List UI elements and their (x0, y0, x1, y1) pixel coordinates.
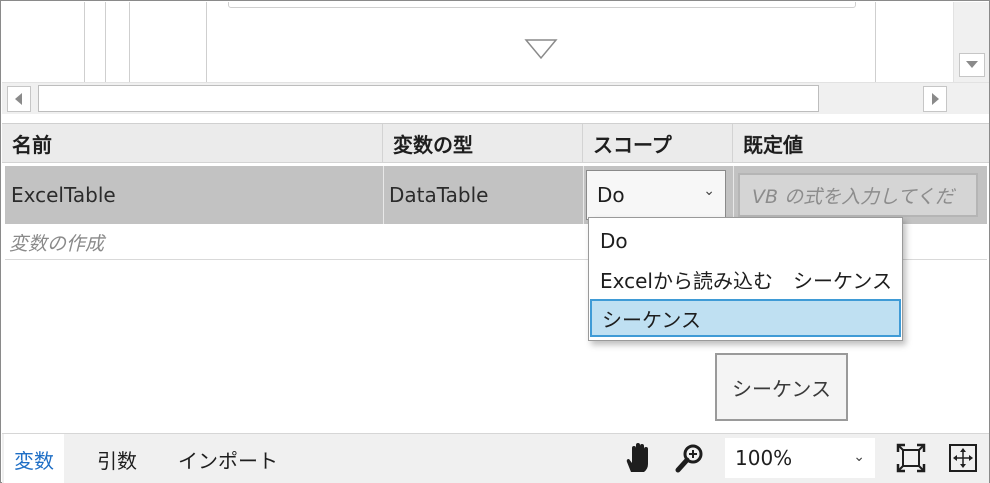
overview-icon[interactable] (945, 440, 981, 476)
designer-bottom-bar: 変数 引数 インポート 100% ⌄ (2, 433, 989, 483)
cell-divider (733, 166, 734, 224)
scroll-down-arrow-icon (966, 61, 978, 68)
zoom-select[interactable]: 100% ⌄ (725, 438, 875, 478)
canvas-guide-line (129, 2, 130, 82)
chevron-down-icon: ⌄ (853, 449, 865, 465)
scroll-right-arrow-icon (932, 93, 939, 105)
grid-header: 名前 変数の型 スコープ 既定値 (2, 124, 989, 163)
scope-dropdown-list: Do Excelから読み込む シーケンス シーケンス (588, 217, 903, 341)
column-header-type[interactable]: 変数の型 (383, 124, 583, 163)
canvas-guide-line (84, 2, 85, 82)
tab-variables[interactable]: 変数 (4, 434, 64, 483)
hand-icon[interactable] (620, 440, 656, 476)
scroll-left-arrow-icon (15, 93, 22, 105)
vertical-scrollbar[interactable] (953, 2, 989, 83)
zoom-value: 100% (735, 446, 793, 470)
sequence-activity[interactable]: シーケンス (715, 353, 848, 421)
scope-select-value: Do (597, 183, 625, 207)
canvas-guide-line (206, 2, 207, 82)
scroll-right-button[interactable] (923, 86, 947, 112)
designer-canvas[interactable] (2, 2, 953, 82)
scroll-down-button[interactable] (959, 53, 985, 77)
variable-type-cell[interactable]: DataTable (383, 166, 583, 224)
drop-target-arrow-icon[interactable] (524, 38, 558, 64)
scope-option-do[interactable]: Do (590, 222, 901, 260)
fit-to-screen-icon[interactable] (893, 440, 929, 476)
column-header-name[interactable]: 名前 (2, 124, 383, 163)
scope-option-excel-sequence[interactable]: Excelから読み込む シーケンス (590, 260, 901, 298)
canvas-guide-line (105, 2, 106, 82)
tab-imports[interactable]: インポート (178, 434, 278, 483)
horizontal-scrollbar[interactable] (2, 82, 989, 114)
tab-arguments[interactable]: 引数 (97, 434, 137, 483)
column-header-default[interactable]: 既定値 (733, 124, 989, 163)
canvas-guide-line (875, 2, 876, 82)
workflow-designer: 名前 変数の型 スコープ 既定値 ExcelTable DataTable Do… (0, 0, 990, 483)
magnifier-icon[interactable] (672, 440, 708, 476)
activity-container[interactable] (228, 2, 856, 8)
chevron-down-icon: ⌄ (703, 183, 715, 199)
scroll-thumb[interactable] (38, 85, 819, 112)
scroll-left-button[interactable] (7, 86, 31, 112)
column-header-scope[interactable]: スコープ (583, 124, 733, 163)
default-value-input[interactable]: VB の式を入力してくだ (738, 173, 978, 217)
scope-select[interactable]: Do ⌄ (586, 170, 726, 220)
scope-option-sequence[interactable]: シーケンス (590, 299, 901, 337)
cell-divider (583, 166, 584, 224)
variable-name-cell[interactable]: ExcelTable (5, 166, 383, 224)
